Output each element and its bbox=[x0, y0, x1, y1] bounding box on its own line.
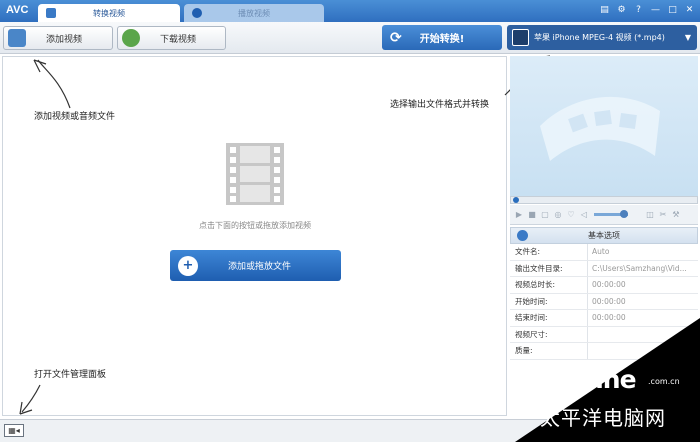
stop-icon[interactable]: ■ bbox=[527, 210, 537, 220]
option-value[interactable]: C:\Users\Samzhang\Vid... bbox=[588, 264, 696, 273]
option-key: 文件名: bbox=[510, 244, 588, 260]
empty-hint-text: 点击下面的按钮或拖放添加视频 bbox=[199, 221, 311, 230]
options-header[interactable]: 基本选项 bbox=[510, 227, 698, 244]
option-key: 输出文件目录: bbox=[510, 260, 588, 276]
settings-wrench-icon[interactable]: ⚒ bbox=[671, 210, 681, 220]
options-title: 基本选项 bbox=[588, 231, 620, 240]
playback-controls: ▶ ■ ▢ ◎ ♡ ◁ ◫ ✂ ⚒ bbox=[510, 205, 698, 225]
option-key: 开始时间: bbox=[510, 293, 588, 309]
option-row[interactable]: 输出文件目录: C:\Users\Samzhang\Vid... bbox=[510, 260, 698, 277]
watermark-logo: PConline bbox=[520, 365, 637, 394]
film-reel-graphic bbox=[540, 96, 660, 161]
option-row[interactable]: 开始时间: 00:00:00 bbox=[510, 293, 698, 310]
file-panel-toggle-button[interactable]: ▦◂ bbox=[4, 424, 24, 437]
volume-dropdown-icon[interactable]: ♡ bbox=[566, 210, 576, 220]
cut-icon[interactable]: ✂ bbox=[658, 210, 668, 220]
option-value[interactable]: 00:00:00 bbox=[588, 297, 696, 306]
volume-slider[interactable] bbox=[594, 210, 628, 218]
add-or-drop-file-button[interactable]: + 添加或拖放文件 bbox=[170, 250, 341, 281]
add-file-label: 添加或拖放文件 bbox=[228, 262, 292, 272]
film-strip-icon bbox=[226, 143, 284, 205]
snapshot-icon[interactable]: ◎ bbox=[553, 210, 563, 220]
effects-icon[interactable]: ◫ bbox=[645, 210, 655, 220]
play-icon[interactable]: ▶ bbox=[514, 210, 524, 220]
video-preview bbox=[510, 56, 698, 196]
option-value[interactable]: Auto bbox=[588, 247, 696, 256]
watermark-chinese: 太平洋电脑网 bbox=[540, 406, 666, 430]
annotation-open-panel: 打开文件管理面板 bbox=[34, 370, 107, 380]
option-row[interactable]: 文件名: Auto bbox=[510, 244, 698, 261]
option-row[interactable]: 视频总时长: 00:00:00 bbox=[510, 277, 698, 294]
seek-bar[interactable] bbox=[510, 196, 698, 204]
annotation-select-format: 选择输出文件格式并转换 bbox=[390, 100, 490, 110]
seek-knob[interactable] bbox=[513, 197, 519, 203]
option-key: 视频总时长: bbox=[510, 277, 588, 293]
frame-icon[interactable]: ▢ bbox=[540, 210, 550, 220]
volume-knob[interactable] bbox=[620, 210, 628, 218]
watermark-domain: .com.cn bbox=[648, 377, 680, 386]
annotation-add-files: 添加视频或音频文件 bbox=[34, 112, 116, 122]
plus-icon: + bbox=[178, 255, 198, 276]
speaker-icon[interactable]: ◁ bbox=[579, 210, 589, 220]
option-value: 00:00:00 bbox=[592, 280, 626, 290]
options-icon bbox=[517, 230, 528, 241]
